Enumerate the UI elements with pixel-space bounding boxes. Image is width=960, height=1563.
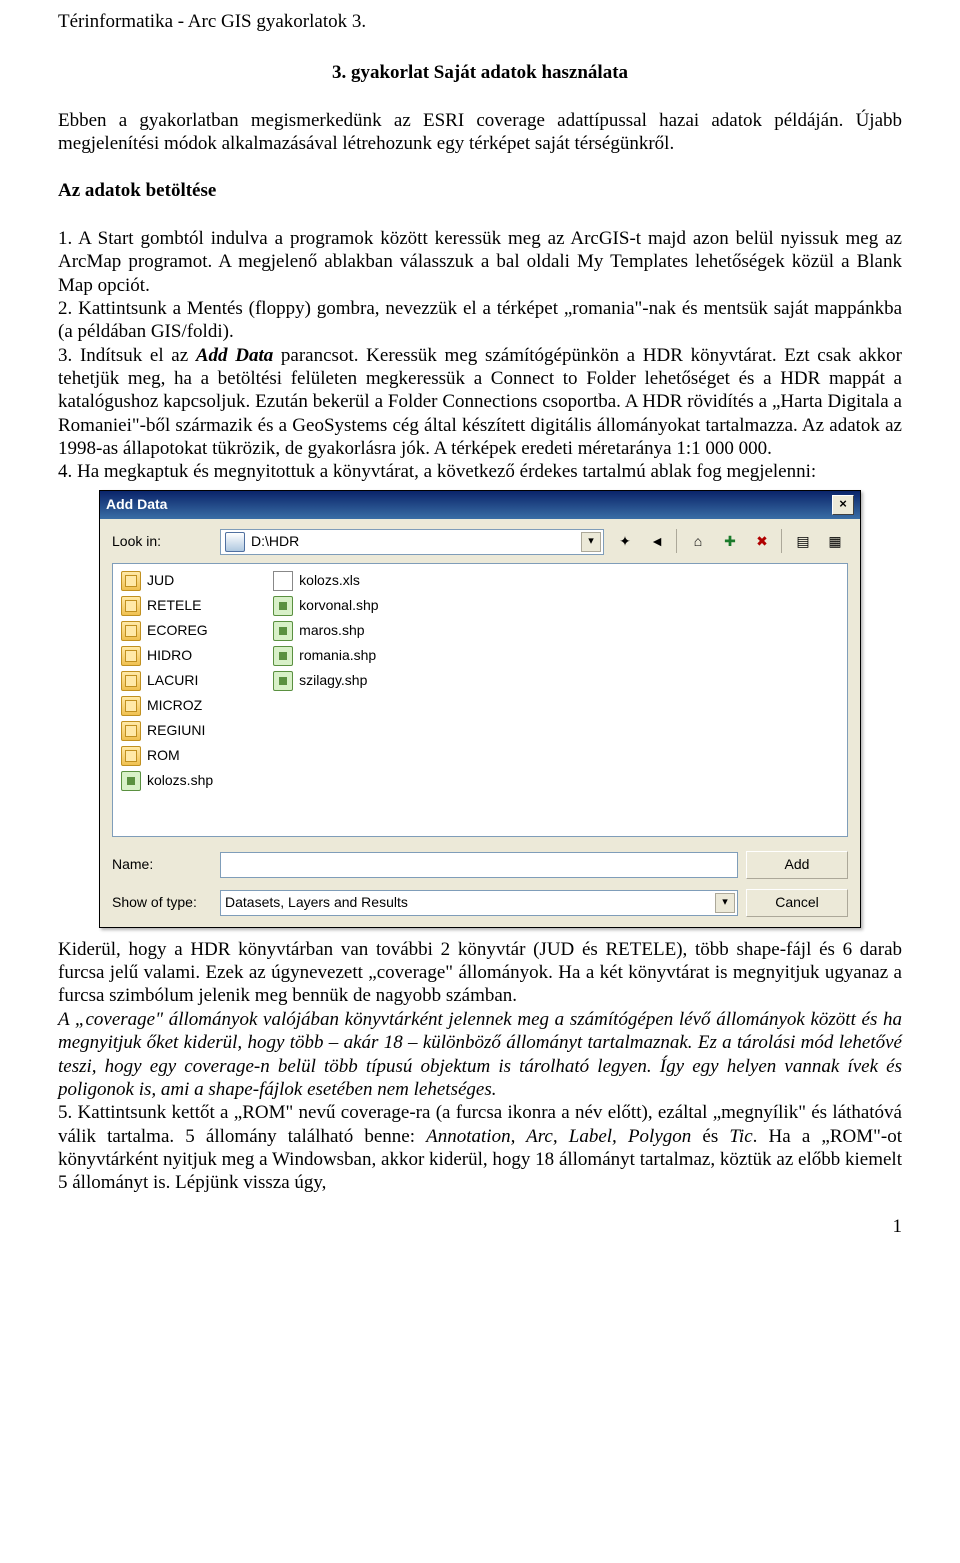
- page-header: Térinformatika - Arc GIS gyakorlatok 3.: [58, 10, 902, 33]
- show-type-label: Show of type:: [112, 894, 212, 911]
- list-item-4: 4. Ha megkaptuk és megnyitottuk a könyvt…: [58, 460, 902, 483]
- xls-icon: [273, 571, 293, 591]
- list-3-text-a: 3. Indítsuk el az: [58, 345, 196, 366]
- dialog-titlebar: Add Data ×: [100, 491, 860, 519]
- chevron-down-icon[interactable]: ▾: [581, 532, 601, 552]
- coverage-icon: [121, 696, 141, 716]
- file-name: ROM: [147, 747, 180, 764]
- show-type-value: Datasets, Layers and Results: [225, 894, 408, 911]
- instruction-list: 1. A Start gombtól indulva a programok k…: [58, 227, 902, 484]
- lookin-select[interactable]: D:\HDR ▾: [220, 529, 604, 555]
- list-item[interactable]: kolozs.shp: [121, 770, 213, 792]
- shapefile-icon: [121, 771, 141, 791]
- file-name: LACURI: [147, 672, 198, 689]
- intro-paragraph: Ebben a gyakorlatban megismerkedünk az E…: [58, 109, 902, 156]
- list-item[interactable]: maros.shp: [273, 620, 378, 642]
- list-item[interactable]: JUD: [121, 570, 213, 592]
- coverage-icon: [121, 571, 141, 591]
- exercise-title: 3. gyakorlat Saját adatok használata: [58, 61, 902, 84]
- connect-folder-icon[interactable]: ✚: [717, 529, 743, 555]
- home-icon[interactable]: ⌂: [685, 529, 711, 555]
- shapefile-icon: [273, 621, 293, 641]
- details-view-icon[interactable]: ▦: [822, 529, 848, 555]
- file-name: ECOREG: [147, 622, 208, 639]
- lookin-label: Look in:: [112, 533, 212, 550]
- separator: [781, 529, 784, 553]
- list-item[interactable]: szilagy.shp: [273, 670, 378, 692]
- list-item[interactable]: LACURI: [121, 670, 213, 692]
- separator: [676, 529, 679, 553]
- back-icon[interactable]: ◄: [644, 529, 670, 555]
- file-name: kolozs.xls: [299, 572, 360, 589]
- page-number: 1: [58, 1195, 902, 1238]
- add-data-command: Add Data: [196, 345, 273, 366]
- file-name: MICROZ: [147, 697, 202, 714]
- name-input[interactable]: [220, 852, 738, 878]
- list-item-1: 1. A Start gombtól indulva a programok k…: [58, 227, 902, 297]
- name-label: Name:: [112, 856, 212, 873]
- shapefile-icon: [273, 596, 293, 616]
- file-name: REGIUNI: [147, 722, 205, 739]
- list-item[interactable]: ROM: [121, 745, 213, 767]
- file-name: RETELE: [147, 597, 201, 614]
- shapefile-icon: [273, 646, 293, 666]
- dialog-toolbar: ✦ ◄ ⌂ ✚ ✖ ▤ ▦: [612, 529, 848, 555]
- list-item-5: 5. Kattintsunk kettőt a „ROM" nevű cover…: [58, 1101, 902, 1194]
- list-item[interactable]: HIDRO: [121, 645, 213, 667]
- post-dialog-text: Kiderül, hogy a HDR könyvtárban van tová…: [58, 938, 902, 1195]
- dialog-title-text: Add Data: [106, 496, 167, 513]
- shapefile-icon: [273, 671, 293, 691]
- list-item[interactable]: RETELE: [121, 595, 213, 617]
- list-item[interactable]: romania.shp: [273, 645, 378, 667]
- show-type-select[interactable]: Datasets, Layers and Results ▾: [220, 890, 738, 916]
- list-item[interactable]: ECOREG: [121, 620, 213, 642]
- coverage-icon: [121, 671, 141, 691]
- paragraph-after-dialog: Kiderül, hogy a HDR könyvtárban van tová…: [58, 938, 902, 1008]
- close-icon[interactable]: ×: [832, 495, 854, 515]
- file-name: HIDRO: [147, 647, 192, 664]
- cancel-button[interactable]: Cancel: [746, 889, 848, 917]
- file-name: JUD: [147, 572, 174, 589]
- file-name: szilagy.shp: [299, 672, 367, 689]
- coverage-icon: [121, 721, 141, 741]
- file-name: romania.shp: [299, 647, 376, 664]
- chevron-down-icon[interactable]: ▾: [715, 893, 735, 913]
- file-list-pane[interactable]: JUD RETELE ECOREG HIDRO LACURI MICROZ RE…: [112, 563, 848, 837]
- coverage-icon: [121, 646, 141, 666]
- file-name: korvonal.shp: [299, 597, 378, 614]
- list-5-mid: és: [691, 1126, 729, 1147]
- disk-icon: [225, 532, 245, 552]
- add-button[interactable]: Add: [746, 851, 848, 879]
- coverage-icon: [121, 746, 141, 766]
- coverage-icon: [121, 621, 141, 641]
- up-folder-icon[interactable]: ✦: [612, 529, 638, 555]
- list-item-2: 2. Kattintsunk a Mentés (floppy) gombra,…: [58, 297, 902, 344]
- list-item[interactable]: REGIUNI: [121, 720, 213, 742]
- file-name: maros.shp: [299, 622, 364, 639]
- add-data-dialog: Add Data × Look in: D:\HDR ▾ ✦ ◄ ⌂ ✚ ✖: [99, 490, 861, 928]
- section-heading: Az adatok betöltése: [58, 179, 902, 202]
- list-item[interactable]: MICROZ: [121, 695, 213, 717]
- coverage-explanation: A „coverage" állományok valójában könyvt…: [58, 1008, 902, 1101]
- coverage-tic: Tic: [729, 1126, 752, 1147]
- list-view-icon[interactable]: ▤: [790, 529, 816, 555]
- coverage-items: Annotation, Arc, Label, Polygon: [426, 1126, 691, 1147]
- list-item[interactable]: korvonal.shp: [273, 595, 378, 617]
- lookin-value: D:\HDR: [251, 533, 299, 550]
- file-name: kolozs.shp: [147, 772, 213, 789]
- disconnect-folder-icon[interactable]: ✖: [749, 529, 775, 555]
- list-item-3: 3. Indítsuk el az Add Data parancsot. Ke…: [58, 344, 902, 461]
- list-item[interactable]: kolozs.xls: [273, 570, 378, 592]
- coverage-icon: [121, 596, 141, 616]
